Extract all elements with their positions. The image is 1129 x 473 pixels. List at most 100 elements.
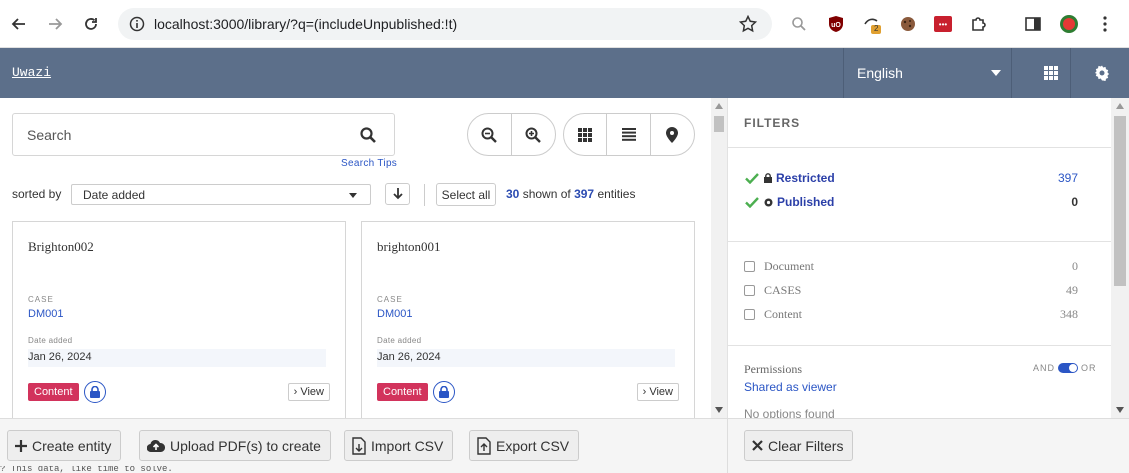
view-label: View [649, 386, 673, 398]
extensions-puzzle-icon[interactable] [967, 12, 991, 36]
profile-avatar-icon[interactable] [1057, 12, 1081, 36]
cookie-extension-icon[interactable] [896, 12, 920, 36]
checkbox[interactable] [744, 309, 755, 320]
search-icon[interactable] [360, 127, 376, 143]
sorted-by-label: sorted by [12, 187, 62, 201]
chevron-down-icon [991, 70, 1001, 76]
clear-filters-button[interactable]: Clear Filters [744, 430, 854, 461]
upload-pdf-button[interactable]: Upload PDF(s) to create [139, 430, 331, 461]
and-or-toggle[interactable]: AND OR [1033, 363, 1097, 373]
svg-text:uO: uO [831, 22, 841, 29]
language-select[interactable]: English [843, 48, 1012, 98]
filter-type-cases[interactable]: CASES [744, 283, 801, 298]
results-count: 30 shown of 397 entities [506, 187, 635, 201]
extension-badge-count: 2 [874, 24, 879, 33]
filter-restricted-label: Restricted [776, 171, 835, 185]
create-entity-button[interactable]: Create entity [7, 430, 122, 461]
site-info-icon[interactable] [129, 16, 145, 32]
chevron-down-icon [349, 193, 357, 198]
card-title: brighton001 [377, 239, 441, 254]
terminal-text: ? This data, like time to solve. [0, 466, 173, 473]
entity-card[interactable]: Brighton002 CASE DM001 Date added Jan 26… [12, 221, 346, 421]
brand-link[interactable]: Uwazi [12, 65, 51, 80]
create-entity-label: Create entity [32, 437, 112, 454]
side-panel-icon[interactable] [1021, 12, 1045, 36]
file-export-icon [477, 436, 491, 455]
ublock-shield-icon[interactable]: uO [824, 12, 848, 36]
import-csv-label: Import CSV [371, 437, 444, 454]
bookmark-star-icon[interactable] [739, 15, 757, 33]
sort-select[interactable]: Date added [71, 184, 371, 205]
reload-icon[interactable] [79, 12, 103, 36]
scroll-up-icon [715, 103, 723, 109]
close-icon [752, 440, 763, 451]
browser-menu-icon[interactable] [1093, 12, 1117, 36]
card-meta-label: CASE [28, 295, 54, 304]
bottom-divider [727, 418, 728, 473]
filters-sidebar: FILTERS Restricted 397 Published 0 Docum… [727, 98, 1129, 421]
forward-arrow-icon[interactable] [43, 12, 67, 36]
checkbox[interactable] [744, 261, 755, 272]
and-label: AND [1033, 363, 1056, 373]
cards-view-icon[interactable] [564, 114, 608, 155]
check-icon [745, 196, 759, 208]
url-text: localhost:3000/library/?q=(includeUnpubl… [154, 16, 458, 32]
extension-badge-icon[interactable]: 2 [860, 12, 884, 36]
library-scrollbar[interactable] [711, 98, 727, 418]
sort-direction-button[interactable] [385, 183, 410, 205]
filter-restricted[interactable]: Restricted [744, 171, 835, 185]
card-meta-label: CASE [377, 295, 403, 304]
select-all-button[interactable]: Select all [436, 183, 496, 206]
zoom-out-icon[interactable] [468, 114, 512, 155]
shown-count: 30 [506, 187, 520, 201]
filter-published[interactable]: Published [744, 195, 834, 209]
grid-apps-icon[interactable] [1041, 63, 1061, 83]
lastpass-extension-icon[interactable]: ••• [931, 12, 955, 36]
shared-as-viewer-option[interactable]: Shared as viewer [744, 380, 837, 394]
arrow-down-icon [392, 188, 403, 200]
search-labs-icon[interactable] [787, 12, 811, 36]
gear-icon[interactable] [1092, 63, 1112, 83]
filter-type-document[interactable]: Document [744, 259, 814, 274]
zoom-in-icon[interactable] [512, 114, 556, 155]
card-date-value: Jan 26, 2024 [377, 349, 675, 367]
header-divider [1070, 48, 1071, 98]
back-arrow-icon[interactable] [7, 12, 31, 36]
checkbox[interactable] [744, 285, 755, 296]
list-view-icon[interactable] [607, 114, 651, 155]
card-meta-value[interactable]: DM001 [28, 308, 63, 320]
total-count: 397 [574, 187, 595, 201]
scrollbar-thumb[interactable] [1114, 116, 1126, 286]
address-bar[interactable]: localhost:3000/library/?q=(includeUnpubl… [118, 8, 772, 40]
card-meta-value[interactable]: DM001 [377, 308, 412, 320]
import-csv-button[interactable]: Import CSV [344, 430, 454, 461]
bottom-action-bar: Create entity Upload PDF(s) to create Im… [0, 418, 1129, 473]
filter-type-content[interactable]: Content [744, 307, 802, 322]
filter-published-label: Published [777, 195, 835, 209]
plus-icon [15, 439, 27, 452]
language-label: English [857, 65, 903, 81]
clear-filters-label: Clear Filters [768, 437, 844, 454]
filter-restricted-count: 397 [1057, 171, 1078, 185]
scroll-down-icon [1116, 407, 1124, 413]
search-box [12, 113, 395, 156]
search-input[interactable] [27, 124, 347, 146]
zoom-controls [467, 113, 556, 156]
card-date-label: Date added [377, 336, 422, 345]
view-button[interactable]: › View [287, 383, 330, 401]
card-date-value: Jan 26, 2024 [28, 349, 326, 367]
filter-type-count: 0 [1072, 259, 1078, 273]
scrollbar-thumb[interactable] [714, 116, 724, 132]
view-button[interactable]: › View [636, 383, 679, 401]
divider [728, 241, 1111, 242]
permissions-title: Permissions [744, 362, 803, 376]
map-pin-icon[interactable] [651, 114, 694, 155]
svg-text:•••: ••• [939, 20, 948, 29]
entity-card[interactable]: brighton001 CASE DM001 Date added Jan 26… [361, 221, 695, 421]
entities-text: entities [597, 187, 636, 201]
sidebar-scrollbar[interactable] [1111, 98, 1129, 418]
export-csv-button[interactable]: Export CSV [469, 430, 580, 461]
search-tips-link[interactable]: Search Tips [341, 158, 397, 169]
app-header: Uwazi English [0, 48, 1129, 98]
filter-type-count: 49 [1066, 283, 1078, 297]
